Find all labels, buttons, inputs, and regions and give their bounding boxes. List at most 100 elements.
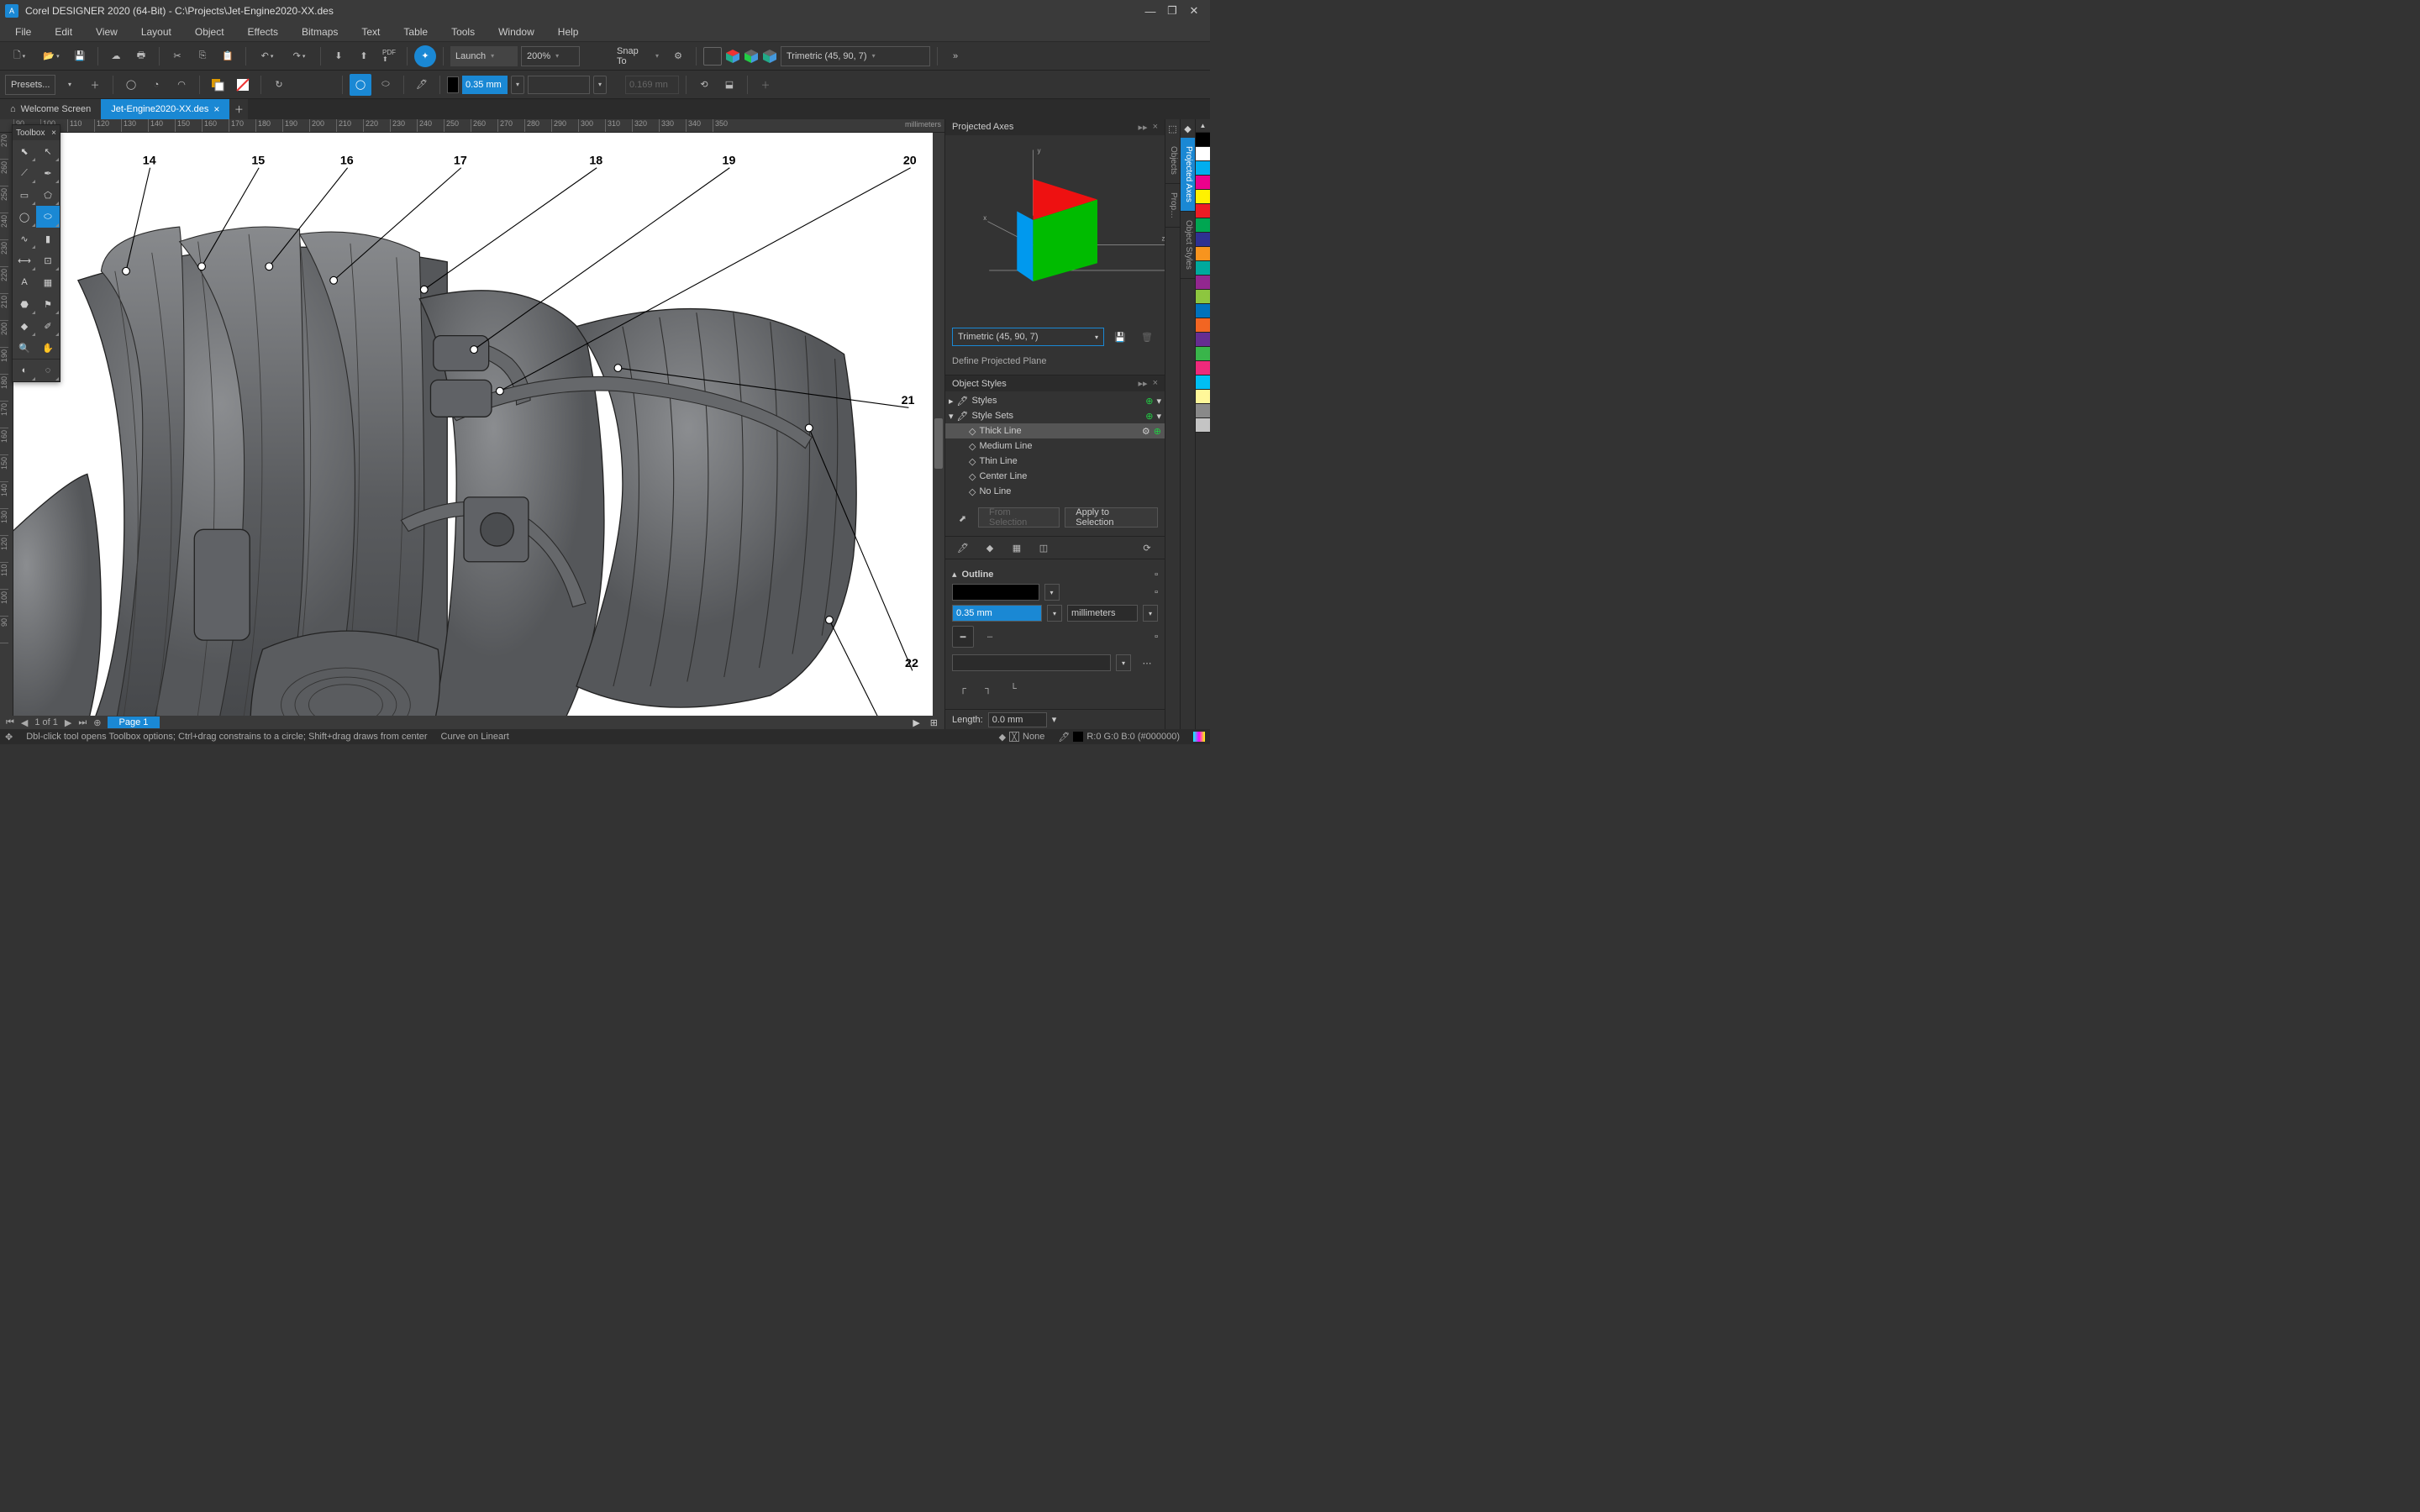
swatch[interactable] (1196, 218, 1210, 233)
gear-icon[interactable]: ⚙ (1142, 426, 1150, 437)
outline-color-picker[interactable] (952, 584, 1039, 601)
tool-text[interactable]: A (13, 271, 36, 293)
style-item[interactable]: ◇Center Line (945, 469, 1165, 484)
swatch[interactable] (1196, 375, 1210, 390)
swatch[interactable] (1196, 304, 1210, 318)
menu-table[interactable]: Table (393, 24, 438, 39)
length-drop[interactable]: ▾ (1052, 714, 1057, 725)
convert-icon[interactable]: ⟲ (693, 74, 715, 96)
side-icon[interactable]: ⬚ (1165, 119, 1180, 138)
addons-button[interactable]: ✦ (414, 45, 436, 67)
add-prop-button[interactable]: ＋ (755, 74, 776, 96)
tool-rect[interactable]: ▭ (13, 184, 36, 206)
ruler-horizontal[interactable]: millimeters 9010011012013014015016017018… (0, 119, 944, 133)
swatch[interactable] (1196, 233, 1210, 247)
redo-button[interactable]: ↷▾ (285, 45, 313, 67)
menu-help[interactable]: Help (548, 24, 589, 39)
ellipse3pt-icon[interactable]: ⬭ (375, 74, 397, 96)
swatch[interactable] (1196, 190, 1210, 204)
status-outline[interactable]: 🖊R:0 G:0 B:0 (#000000) (1058, 732, 1180, 743)
color-palette[interactable]: ▲ (1195, 119, 1210, 729)
tool-polygon[interactable]: ⬠ (36, 184, 60, 206)
tab-welcome[interactable]: ⌂ Welcome Screen (0, 99, 101, 119)
tool-line[interactable]: ⟋ (13, 162, 36, 184)
ellipse-shape-icon[interactable]: ◯ (120, 74, 142, 96)
preset-drop-icon[interactable]: ▾ (59, 74, 81, 96)
swatch[interactable] (1196, 361, 1210, 375)
tool-brush[interactable]: ▮ (36, 228, 60, 249)
snap-combo[interactable]: Snap To▾ (612, 46, 664, 66)
tool-pen[interactable]: ✒ (36, 162, 60, 184)
axes-save-icon[interactable]: 💾 (1109, 326, 1131, 348)
zoom-combo[interactable]: 200%▾ (521, 46, 580, 66)
tab-file[interactable]: Jet-Engine2020-XX.des × (101, 99, 229, 119)
tool-fill[interactable]: ◆ (13, 315, 36, 337)
tool-curve[interactable]: ∿ (13, 228, 36, 249)
paste-button[interactable]: 📋 (217, 45, 239, 67)
tool-edit[interactable]: ◌ (36, 360, 60, 381)
object-props-icon[interactable]: ⬓ (718, 74, 740, 96)
style-sets[interactable]: Style Sets (972, 411, 1014, 421)
outline-style-drop[interactable]: ▾ (593, 76, 607, 94)
outline-tab-pen-icon[interactable]: 🖊 (952, 537, 974, 559)
outline-unit-combo[interactable]: millimeters (1067, 605, 1138, 622)
swatch[interactable] (1196, 247, 1210, 261)
minimize-button[interactable]: — (1139, 3, 1161, 19)
status-fill[interactable]: ◆╳None (999, 732, 1045, 743)
docker-collapse-icon[interactable]: ▸▸ (1139, 378, 1148, 389)
page-next-icon[interactable]: ▶ (62, 717, 74, 728)
axes-delete-icon[interactable]: 🗑 (1136, 326, 1158, 348)
close-button[interactable]: ✕ (1183, 3, 1205, 19)
section-expand-icon[interactable]: ▴ (952, 569, 957, 580)
line-dash-icon[interactable]: ┄ (979, 626, 1001, 648)
outline-pen-icon[interactable]: 🖊 (411, 74, 433, 96)
style-item[interactable]: ◇Medium Line (945, 438, 1165, 454)
styles-tree[interactable]: ▸🖊Styles⊕▾ ▾🖊Style Sets⊕▾ ◇Thick Line⚙⊕◇… (945, 391, 1165, 501)
outline-width-drop[interactable]: ▾ (1047, 605, 1062, 622)
side-tab-objectstyles[interactable]: Object Styles (1181, 212, 1195, 279)
style-link-icon[interactable]: ⬈ (952, 507, 973, 529)
outline-width-drop[interactable]: ▾ (511, 76, 524, 94)
outline-tab-pattern-icon[interactable]: ▦ (1006, 537, 1028, 559)
side-icon[interactable]: ◆ (1181, 119, 1195, 138)
docker-close-icon[interactable]: × (1153, 122, 1158, 133)
toolbox-panel[interactable]: Toolbox× ⬉↖⟋✒▭⬠◯⬭∿▮⟷⊡A▦⬣⚑◆✐🔍✋◐◌ (12, 124, 60, 382)
outline-tab-fill-icon[interactable]: ◆ (979, 537, 1001, 559)
outline-tab-trans-icon[interactable]: ◫ (1033, 537, 1055, 559)
tool-table[interactable]: ▦ (36, 271, 60, 293)
apply-selection-button[interactable]: Apply to Selection (1065, 507, 1158, 528)
swatch[interactable] (1196, 333, 1210, 347)
menu-window[interactable]: Window (488, 24, 544, 39)
side-tab-objects[interactable]: Objects (1165, 138, 1180, 184)
swatch[interactable] (1196, 204, 1210, 218)
line-style-combo[interactable] (952, 654, 1111, 671)
side-tab-prop[interactable]: Prop… (1165, 184, 1180, 228)
page-first-icon[interactable]: ⏮ (3, 717, 17, 728)
cube-red-icon[interactable] (725, 49, 740, 64)
swatch[interactable] (1196, 347, 1210, 361)
tool-pick[interactable]: ⬉ (13, 140, 36, 162)
export-button[interactable]: ⬆ (353, 45, 375, 67)
menu-tools[interactable]: Tools (441, 24, 485, 39)
line-style-drop[interactable]: ▾ (1116, 654, 1131, 671)
cloud-button[interactable]: ☁ (105, 45, 127, 67)
page-last-icon[interactable]: ⏭ (76, 717, 89, 728)
page-tab[interactable]: Page 1 (108, 717, 160, 728)
line-solid-icon[interactable]: ━ (952, 626, 974, 648)
swatch[interactable] (1196, 261, 1210, 276)
style-item[interactable]: ◇No Line (945, 484, 1165, 499)
style-item[interactable]: ◇Thin Line (945, 454, 1165, 469)
from-selection-button[interactable]: From Selection (978, 507, 1060, 528)
cap-c-icon[interactable]: └ (1002, 678, 1024, 700)
ellipse-tool-active-icon[interactable]: ◯ (350, 74, 371, 96)
color-prefs-icon[interactable] (1193, 732, 1205, 742)
tool-zoom[interactable]: 🔍 (13, 337, 36, 359)
wrap-icon[interactable]: ↻ (268, 74, 290, 96)
outline-collapse-icon[interactable]: ⟳ (1136, 537, 1158, 559)
pie-shape-icon[interactable]: ◔ (145, 74, 167, 96)
menu-effects[interactable]: Effects (238, 24, 288, 39)
swatch[interactable] (1196, 418, 1210, 433)
scroll-right-icon[interactable]: ▶ (909, 717, 923, 728)
tool-callout[interactable]: ⚑ (36, 293, 60, 315)
cube-blue-icon[interactable] (762, 49, 777, 64)
